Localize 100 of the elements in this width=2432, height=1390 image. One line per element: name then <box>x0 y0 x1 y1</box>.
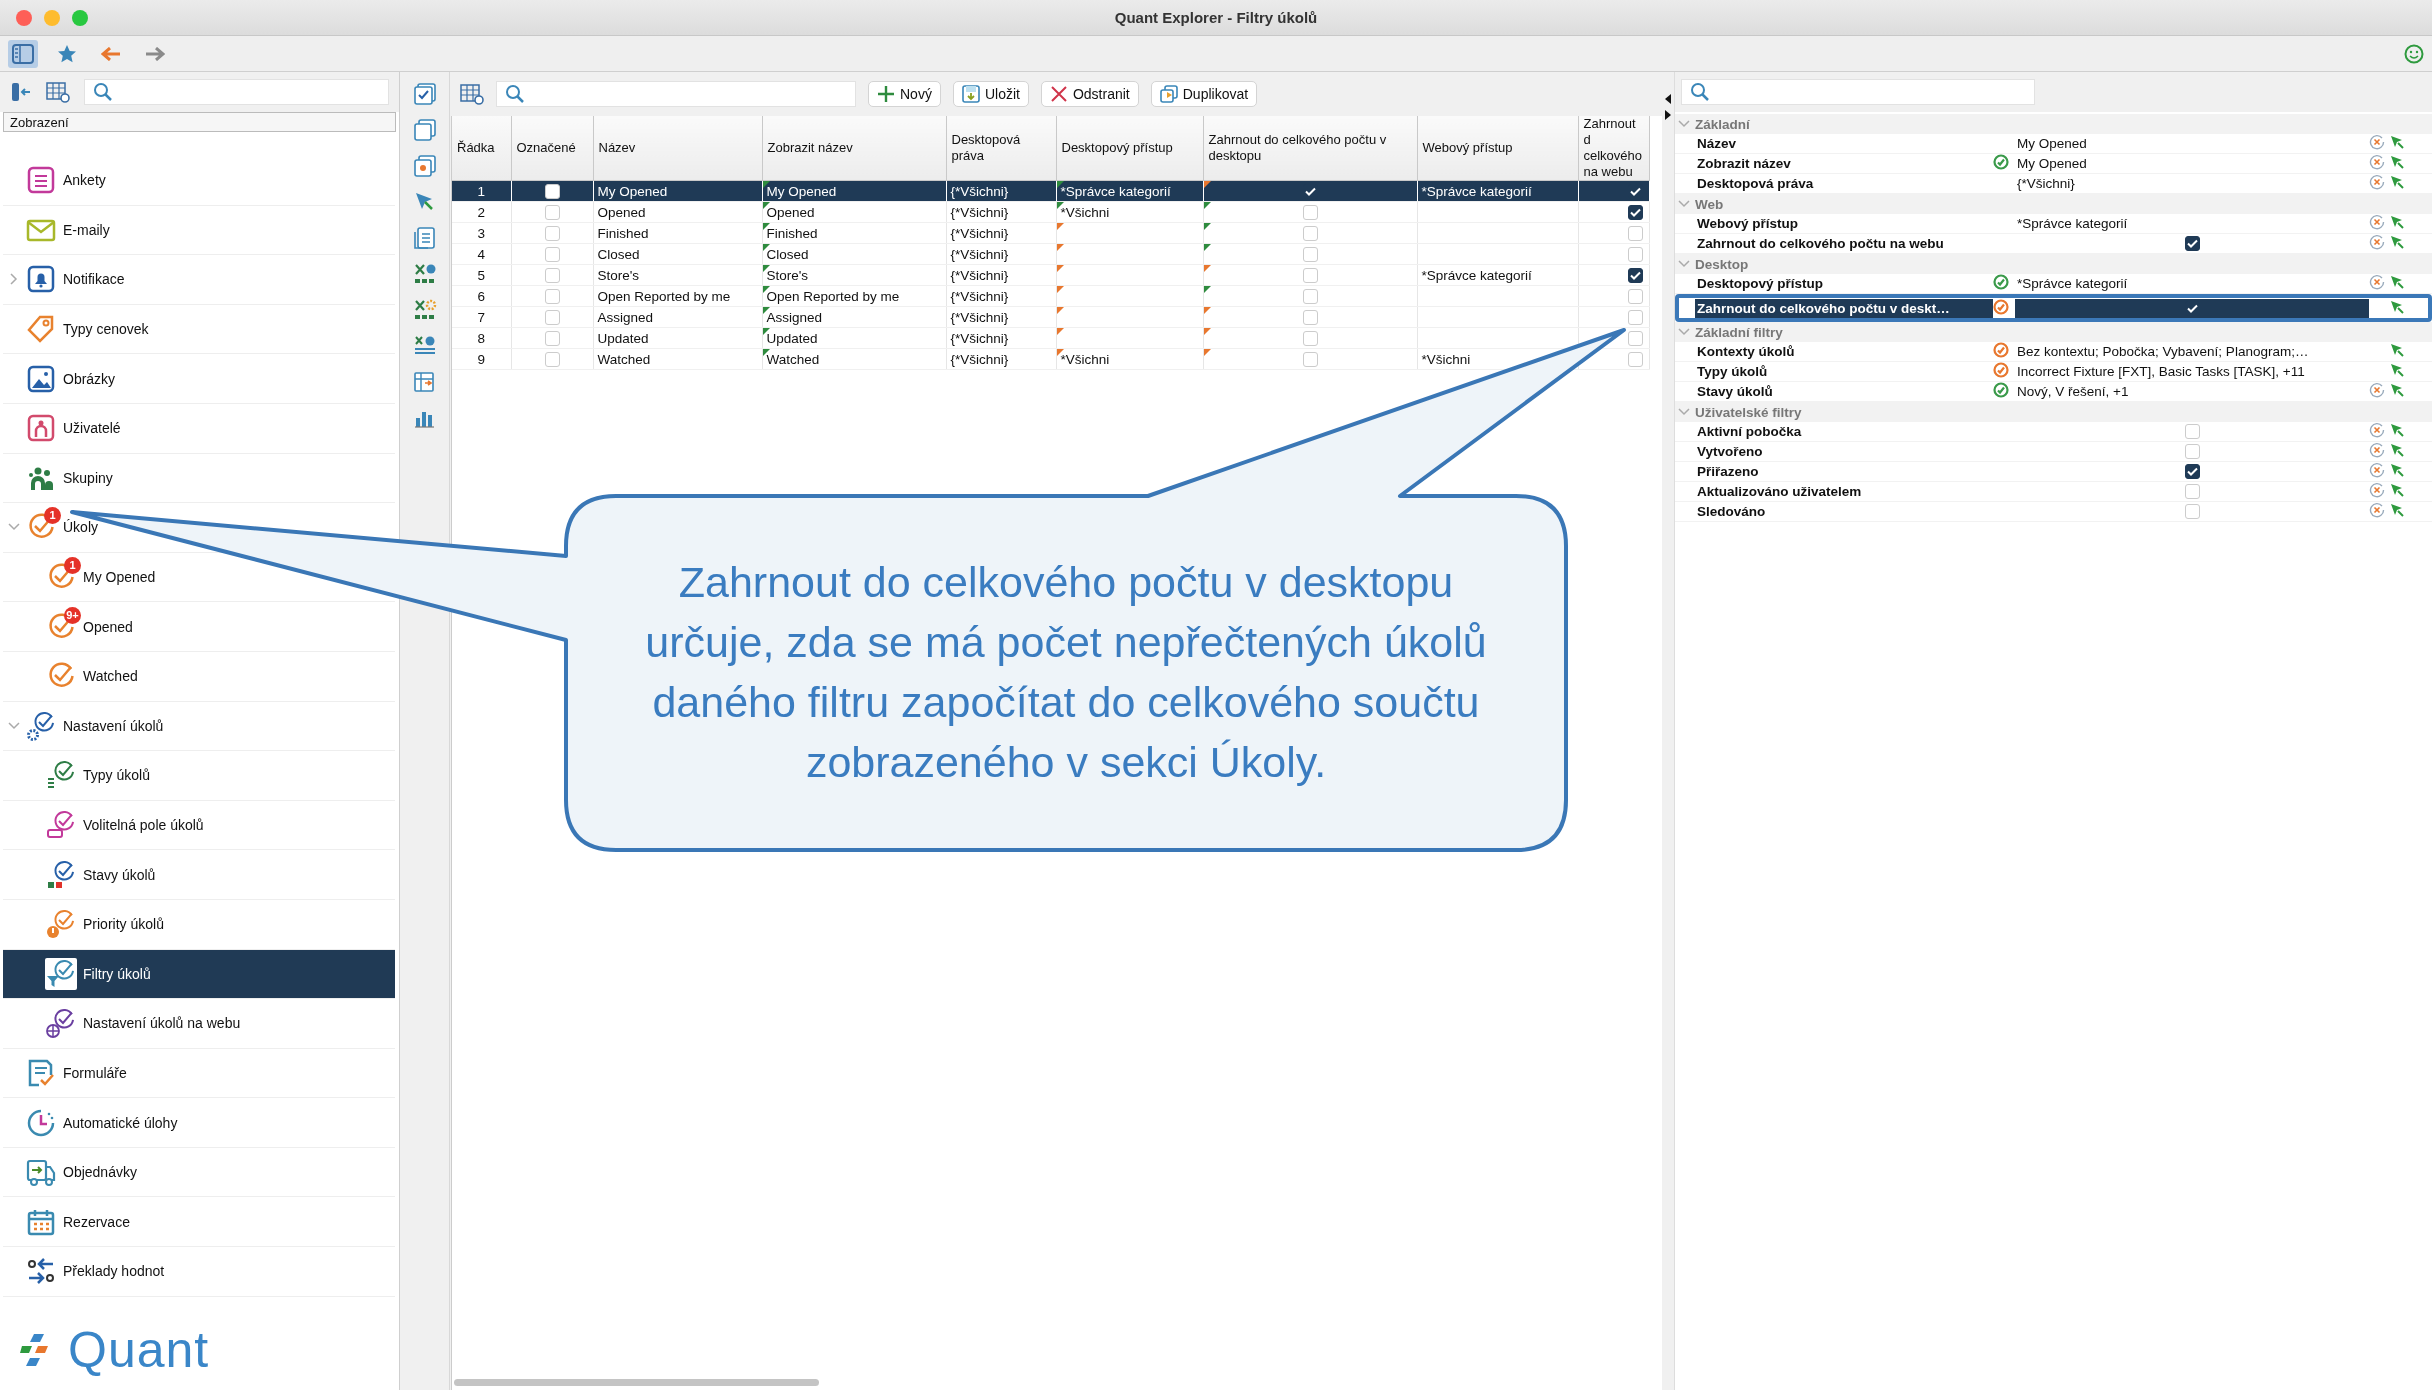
property-value[interactable]: My Opened <box>2015 154 2369 173</box>
reset-icon[interactable] <box>2369 462 2385 478</box>
table-row[interactable]: 1 My Opened My Opened {*Všichni} *Správce kategorií *Správce kategorií <box>452 180 1649 202</box>
pointer-icon[interactable] <box>2389 134 2405 150</box>
property-row[interactable]: Vytvořeno <box>1675 442 2432 462</box>
sidebar-item[interactable]: Nastavení úkolů na webu <box>3 999 395 1049</box>
property-row[interactable]: Sledováno <box>1675 502 2432 522</box>
property-row[interactable]: Přiřazeno <box>1675 462 2432 482</box>
checkbox[interactable] <box>1627 268 1643 284</box>
sidebar-item[interactable]: Rezervace <box>3 1197 395 1248</box>
pointer-icon[interactable] <box>2389 482 2405 498</box>
pointer-icon[interactable] <box>2389 382 2405 398</box>
property-row[interactable]: Aktivní pobočka <box>1675 422 2432 442</box>
smiley-icon[interactable] <box>2404 43 2424 64</box>
pointer-icon[interactable] <box>2389 174 2405 190</box>
sidebar-item[interactable]: Watched <box>3 651 395 702</box>
pointer-icon[interactable] <box>2389 502 2405 518</box>
spreadsheet-settings-icon[interactable] <box>412 298 437 322</box>
pointer-icon[interactable] <box>2389 342 2405 358</box>
property-row[interactable]: Kontexty úkolů Bez kontextu; Pobočka; Vybavení; Planogram;… <box>1675 342 2432 362</box>
new-button[interactable]: Nový <box>868 81 941 107</box>
sidebar-item[interactable]: Ankety <box>3 156 395 206</box>
property-row[interactable]: Zahrnout do celkového počtu v deskt… <box>1675 294 2432 322</box>
sidebar-item[interactable]: Notifikace <box>3 255 395 305</box>
property-value[interactable]: Incorrect Fixture [FXT], Basic Tasks [TASK], +11 <box>2015 362 2369 381</box>
column-header[interactable]: Označené <box>511 116 593 181</box>
sidebar-item[interactable]: Obrázky <box>3 354 395 404</box>
table-row[interactable]: 2 Opened Opened {*Všichni} *Všichni <box>452 201 1649 223</box>
pointer-icon[interactable] <box>2389 422 2405 438</box>
spreadsheet-import-icon[interactable] <box>412 262 437 286</box>
reset-icon[interactable] <box>2369 234 2385 250</box>
checkbox[interactable] <box>2184 464 2200 479</box>
sidebar-item[interactable]: Uživatelé <box>3 403 395 454</box>
sidebar-item[interactable]: Formuláře <box>3 1048 395 1099</box>
checkbox[interactable] <box>1627 205 1643 221</box>
sidebar-item[interactable]: Typy úkolů <box>3 751 395 801</box>
column-header[interactable]: Zahrnout do celkového počtu v desktopu <box>1203 116 1417 181</box>
sidebar-item[interactable]: Překlady hodnot <box>3 1247 395 1297</box>
chevron-down-icon[interactable] <box>1677 259 1691 269</box>
collapse-left-icon[interactable] <box>1664 94 1672 104</box>
property-row[interactable]: Aktualizováno uživatelem <box>1675 482 2432 502</box>
column-header[interactable]: Název <box>593 116 762 181</box>
pointer-icon[interactable] <box>2389 154 2405 170</box>
reset-icon[interactable] <box>2369 442 2385 458</box>
sidebar-toggle-button[interactable] <box>8 39 38 68</box>
duplicate-button[interactable]: Duplikovat <box>1150 81 1258 107</box>
sidebar-item[interactable]: Priority úkolů <box>3 899 395 950</box>
column-header[interactable]: Desktopový přístup <box>1056 116 1203 181</box>
reset-icon[interactable] <box>2369 274 2385 290</box>
group-header[interactable]: Web <box>1675 194 2432 214</box>
sidebar-item[interactable]: 9+ Opened <box>3 602 395 652</box>
column-header[interactable]: Zahrnout d celkového na webu <box>1578 116 1649 181</box>
sidebar-item[interactable]: Nastavení úkolů <box>3 701 395 752</box>
property-value[interactable]: *Správce kategorií <box>2015 214 2369 233</box>
checklist-icon[interactable] <box>412 82 437 106</box>
search-field[interactable] <box>1681 79 2035 105</box>
table-settings-icon[interactable] <box>460 83 484 105</box>
sidebar-item[interactable]: Volitelná pole úkolů <box>3 800 395 851</box>
property-value[interactable]: My Opened <box>2015 134 2369 153</box>
column-header[interactable]: Desktopová práva <box>946 116 1056 181</box>
table-settings-icon[interactable] <box>46 81 70 103</box>
sidebar-item[interactable]: Filtry úkolů <box>3 949 395 1000</box>
scrollbar[interactable] <box>454 1379 819 1386</box>
property-row[interactable]: Typy úkolů Incorrect Fixture [FXT], Basic Tasks [TASK], +11 <box>1675 362 2432 382</box>
pointer-icon[interactable] <box>2389 442 2405 458</box>
property-value[interactable]: {*Všichni} <box>2015 174 2369 193</box>
chevron-down-icon[interactable] <box>1677 119 1691 129</box>
reset-icon[interactable] <box>2369 382 2385 398</box>
sidebar-item[interactable]: Stavy úkolů <box>3 850 395 900</box>
property-row[interactable]: Název My Opened <box>1675 134 2432 154</box>
table-row[interactable]: 5 Store's Store's {*Všichni} *Správce kategorií <box>452 264 1649 286</box>
delete-button[interactable]: Odstranit <box>1040 81 1139 107</box>
reset-icon[interactable] <box>2369 482 2385 498</box>
group-header[interactable]: Základní <box>1675 114 2432 134</box>
pointer-icon[interactable] <box>2389 298 2405 315</box>
reset-icon[interactable] <box>2369 214 2385 230</box>
reset-icon[interactable] <box>2369 422 2385 438</box>
sidebar-item[interactable]: Automatické úlohy <box>3 1098 395 1148</box>
collapse-panel-icon[interactable] <box>10 81 32 103</box>
help-copy-icon[interactable] <box>412 154 437 178</box>
pointer-icon[interactable] <box>2389 214 2405 230</box>
chevron-down-icon[interactable] <box>1677 327 1691 337</box>
table-link-icon[interactable] <box>412 370 437 394</box>
chevron-down-icon[interactable] <box>1677 407 1691 417</box>
group-header[interactable]: Uživatelské filtry <box>1675 402 2432 422</box>
property-value[interactable]: Bez kontextu; Pobočka; Vybavení; Planogram;… <box>2015 342 2369 361</box>
chevron-down-icon[interactable] <box>8 523 20 532</box>
copy-icon[interactable] <box>412 118 437 142</box>
group-header[interactable]: Desktop <box>1675 254 2432 274</box>
reset-icon[interactable] <box>2369 134 2385 150</box>
search-field[interactable] <box>496 81 856 107</box>
property-value[interactable]: Nový, V řešení, +1 <box>2015 382 2369 401</box>
pointer-icon[interactable] <box>2389 462 2405 478</box>
property-row[interactable]: Webový přístup *Správce kategorií <box>1675 214 2432 234</box>
pointer-icon[interactable] <box>2389 362 2405 378</box>
property-value[interactable]: *Správce kategorií <box>2015 274 2369 293</box>
close-window-button[interactable] <box>16 9 32 26</box>
search-field[interactable] <box>84 79 389 105</box>
reset-icon[interactable] <box>2369 174 2385 190</box>
column-header[interactable]: Webový přístup <box>1417 116 1578 181</box>
